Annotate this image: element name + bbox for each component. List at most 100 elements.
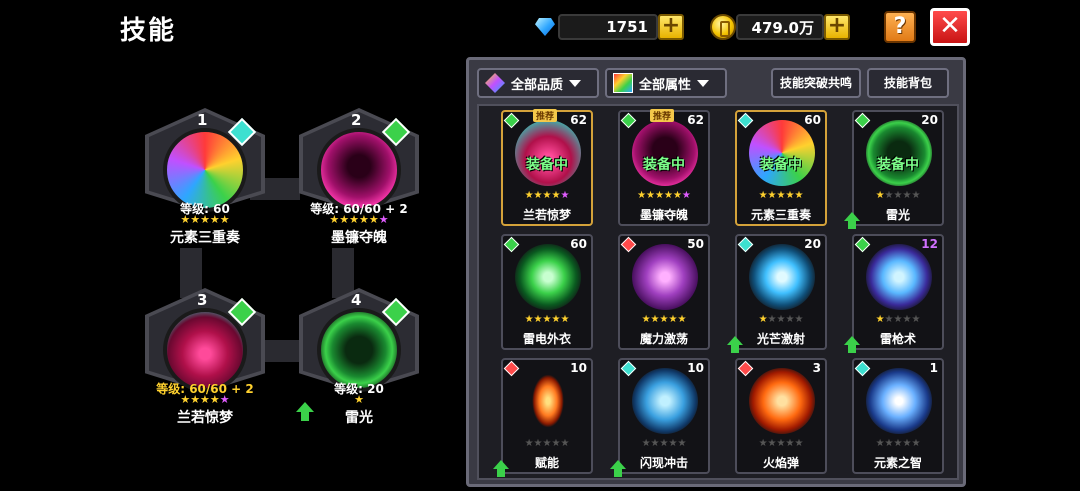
- diamond-icon: [532, 14, 558, 40]
- equipped-label: 装备中: [643, 157, 685, 173]
- card-level: 20: [804, 237, 821, 251]
- skill-card-leidian[interactable]: 60 ★★★★★ 雷电外衣: [501, 234, 593, 350]
- card-name: 魔力激荡: [639, 332, 688, 346]
- upgrade-arrow-icon: [844, 336, 860, 354]
- rarity-gem-icon: [503, 360, 520, 377]
- upgrade-arrow-icon: [727, 336, 743, 354]
- chevron-down-icon: [569, 79, 582, 87]
- card-name: 元素之智: [873, 456, 922, 470]
- gold-counter: 479.0万 +: [710, 12, 850, 42]
- card-stars: ★★★★★: [524, 314, 570, 325]
- quality-filter-label: 全部品质: [511, 77, 564, 93]
- rarity-gem-icon: [737, 112, 754, 129]
- slot-stars: ★: [354, 393, 364, 406]
- scythe-skill-icon: [632, 120, 698, 186]
- slot-skill-name: 元素三重奏: [170, 230, 240, 246]
- card-stars: ★★★★★: [641, 314, 687, 325]
- demon-dream-skill-icon: [515, 120, 581, 186]
- card-name: 雷光: [885, 208, 910, 222]
- slot-number: 3: [197, 291, 208, 309]
- card-level: 10: [687, 361, 704, 375]
- card-stars: ★★★★★: [758, 314, 804, 325]
- skill-card-leiguang[interactable]: 20 装备中 ★★★★★ 雷光: [848, 110, 944, 229]
- thunder-spear-skill-icon: [866, 244, 932, 310]
- skill-card-huoyan[interactable]: 3 ★★★★★ 火焰弹: [735, 358, 827, 474]
- equipped-slot-3[interactable]: 3 等级: 60/60 + 2 ★★★★★ 兰若惊梦: [140, 280, 270, 426]
- skill-bag-button[interactable]: 技能背包: [867, 68, 949, 98]
- card-stars: ★★★★★★: [637, 190, 691, 201]
- skill-resonance-button[interactable]: 技能突破共鸣: [771, 68, 861, 98]
- rarity-gem-icon: [620, 112, 637, 129]
- skill-card-triple[interactable]: 60 装备中 ★★★★★ 元素三重奏: [735, 110, 827, 226]
- slot-number: 1: [197, 111, 208, 129]
- slot-skill-name: 雷光: [345, 410, 373, 426]
- rarity-gem-icon: [737, 236, 754, 253]
- attribute-filter-label: 全部属性: [639, 77, 692, 93]
- skill-card-guangmang[interactable]: 20 ★★★★★ 光芒激射: [731, 234, 827, 353]
- help-button[interactable]: ?: [884, 11, 916, 43]
- card-name: 雷枪术: [879, 332, 916, 346]
- slot-number: 4: [351, 291, 362, 309]
- rarity-gem-icon: [854, 360, 871, 377]
- equipped-slot-4[interactable]: 4 等级: 20 ★ 雷光: [294, 280, 424, 426]
- card-name: 雷电外衣: [522, 332, 571, 346]
- equipped-slot-2[interactable]: 2 等级: 60/60 + 2 ★★★★★★ 墨镰夺魄: [294, 100, 424, 246]
- slot-stars: ★★★★★: [180, 393, 230, 406]
- skill-card-shanxian[interactable]: 10 ★★★★★ 闪现冲击: [614, 358, 710, 477]
- close-button[interactable]: ✕: [930, 8, 970, 46]
- lightning-armor-skill-icon: [515, 244, 581, 310]
- upgrade-arrow-icon: [610, 460, 626, 478]
- add-gems-button[interactable]: +: [658, 14, 684, 40]
- light-beam-skill-icon: [749, 244, 815, 310]
- card-level: 10: [570, 361, 587, 375]
- card-stars: ★★★★★: [524, 190, 570, 201]
- skill-card-leiqiang[interactable]: 12 ★★★★★ 雷枪术: [848, 234, 944, 353]
- slot-stars: ★★★★★★: [329, 213, 389, 226]
- attribute-icon: [613, 73, 633, 93]
- gem-amount: 1751: [558, 14, 658, 40]
- skill-grid: 推荐 62 装备中 ★★★★★ 兰若惊梦 推荐 62 装备中 ★★★★★★ 墨镰…: [477, 104, 959, 480]
- skill-card-molian[interactable]: 推荐 62 装备中 ★★★★★★ 墨镰夺魄: [618, 109, 710, 226]
- card-level: 62: [570, 113, 587, 127]
- skill-card-moli[interactable]: 50 ★★★★★ 魔力激荡: [618, 234, 710, 350]
- skill-card-yuansu[interactable]: 1 ★★★★★ 元素之智: [852, 358, 944, 474]
- card-stars: ★★★★★: [875, 314, 921, 325]
- slot-number: 2: [351, 111, 362, 129]
- skill-card-lanruo[interactable]: 推荐 62 装备中 ★★★★★ 兰若惊梦: [501, 109, 593, 226]
- skill-card-funeng[interactable]: 10 ★★★★★ 赋能: [497, 358, 593, 477]
- flash-strike-skill-icon: [632, 368, 698, 434]
- card-name: 兰若惊梦: [522, 208, 571, 222]
- triple-element-skill-icon: [749, 120, 815, 186]
- rarity-gem-icon: [854, 112, 871, 129]
- card-stars: ★★★★★: [641, 438, 687, 449]
- recommended-badge: 推荐: [533, 109, 558, 122]
- card-level: 3: [812, 361, 821, 375]
- upgrade-arrow-icon: [844, 212, 860, 230]
- card-stars: ★★★★★: [758, 438, 804, 449]
- card-level: 60: [804, 113, 821, 127]
- sword-skill-icon: [515, 368, 581, 434]
- quality-icon: [485, 73, 505, 93]
- card-level: 62: [687, 113, 704, 127]
- card-stars: ★★★★★: [875, 438, 921, 449]
- card-level: 1: [929, 361, 938, 375]
- rarity-gem-icon: [620, 236, 637, 253]
- add-gold-button[interactable]: +: [824, 14, 850, 40]
- attribute-filter-dropdown[interactable]: 全部属性: [605, 68, 727, 98]
- gem-counter: 1751 +: [532, 12, 684, 42]
- card-name: 墨镰夺魄: [639, 208, 688, 222]
- quality-filter-dropdown[interactable]: 全部品质: [477, 68, 599, 98]
- card-name: 闪现冲击: [639, 456, 688, 470]
- equipped-slot-1[interactable]: 1 等级: 60 ★★★★★ 元素三重奏: [140, 100, 270, 246]
- fireball-skill-icon: [749, 368, 815, 434]
- rarity-gem-icon: [503, 112, 520, 129]
- equipped-label: 装备中: [526, 157, 568, 173]
- coin-icon: [710, 14, 736, 40]
- element-wisdom-skill-icon: [866, 368, 932, 434]
- card-name: 元素三重奏: [750, 208, 811, 222]
- card-name: 火焰弹: [762, 456, 799, 470]
- recommended-badge: 推荐: [650, 109, 675, 122]
- magic-surge-skill-icon: [632, 244, 698, 310]
- skill-panel: 全部品质 全部属性 技能突破共鸣 技能背包 推荐 62 装备中 ★★★★★ 兰若…: [466, 57, 966, 487]
- equipped-label: 装备中: [877, 157, 919, 173]
